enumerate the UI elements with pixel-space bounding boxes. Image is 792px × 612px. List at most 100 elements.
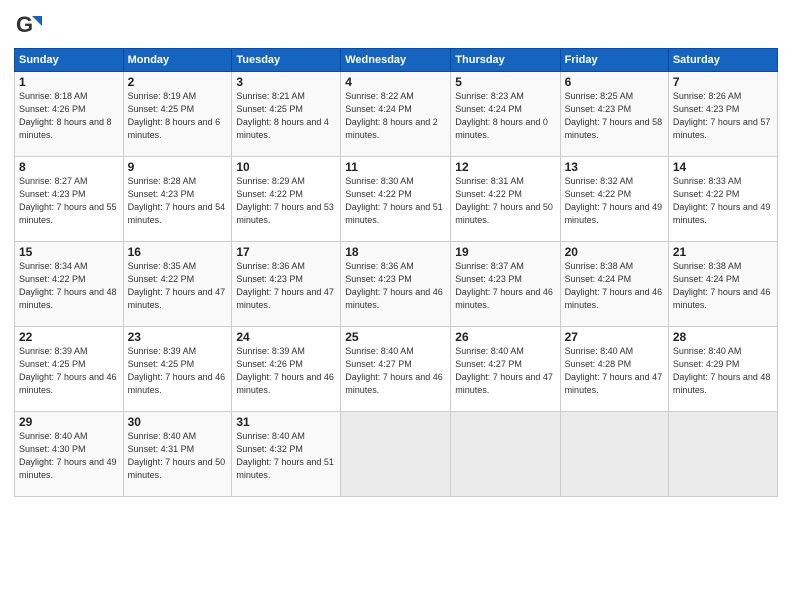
calendar-day-cell: 25 Sunrise: 8:40 AMSunset: 4:27 PMDaylig… (341, 327, 451, 412)
day-number: 10 (236, 160, 336, 174)
calendar-day-cell: 24 Sunrise: 8:39 AMSunset: 4:26 PMDaylig… (232, 327, 341, 412)
calendar-day-cell: 15 Sunrise: 8:34 AMSunset: 4:22 PMDaylig… (15, 242, 124, 327)
day-number: 24 (236, 330, 336, 344)
calendar-header-row: SundayMondayTuesdayWednesdayThursdayFrid… (15, 49, 778, 72)
day-number: 6 (565, 75, 664, 89)
calendar-day-cell: 16 Sunrise: 8:35 AMSunset: 4:22 PMDaylig… (123, 242, 232, 327)
day-number: 1 (19, 75, 119, 89)
day-info: Sunrise: 8:36 AMSunset: 4:23 PMDaylight:… (236, 261, 334, 310)
day-number: 2 (128, 75, 228, 89)
day-number: 5 (455, 75, 555, 89)
header: G (14, 12, 778, 40)
calendar-week-row: 1 Sunrise: 8:18 AMSunset: 4:26 PMDayligh… (15, 72, 778, 157)
calendar-day-cell: 8 Sunrise: 8:27 AMSunset: 4:23 PMDayligh… (15, 157, 124, 242)
day-info: Sunrise: 8:25 AMSunset: 4:23 PMDaylight:… (565, 91, 663, 140)
day-number: 9 (128, 160, 228, 174)
day-number: 14 (673, 160, 773, 174)
day-info: Sunrise: 8:32 AMSunset: 4:22 PMDaylight:… (565, 176, 663, 225)
day-of-week-header: Tuesday (232, 49, 341, 72)
day-of-week-header: Wednesday (341, 49, 451, 72)
day-number: 8 (19, 160, 119, 174)
day-number: 20 (565, 245, 664, 259)
logo-icon: G (14, 12, 42, 40)
day-info: Sunrise: 8:33 AMSunset: 4:22 PMDaylight:… (673, 176, 771, 225)
calendar-day-cell: 13 Sunrise: 8:32 AMSunset: 4:22 PMDaylig… (560, 157, 668, 242)
day-of-week-header: Sunday (15, 49, 124, 72)
calendar-day-cell: 12 Sunrise: 8:31 AMSunset: 4:22 PMDaylig… (451, 157, 560, 242)
day-info: Sunrise: 8:23 AMSunset: 4:24 PMDaylight:… (455, 91, 548, 140)
day-number: 27 (565, 330, 664, 344)
day-info: Sunrise: 8:36 AMSunset: 4:23 PMDaylight:… (345, 261, 443, 310)
calendar-day-cell: 23 Sunrise: 8:39 AMSunset: 4:25 PMDaylig… (123, 327, 232, 412)
day-number: 7 (673, 75, 773, 89)
day-info: Sunrise: 8:31 AMSunset: 4:22 PMDaylight:… (455, 176, 553, 225)
calendar-day-cell (560, 412, 668, 497)
calendar-day-cell: 1 Sunrise: 8:18 AMSunset: 4:26 PMDayligh… (15, 72, 124, 157)
day-info: Sunrise: 8:30 AMSunset: 4:22 PMDaylight:… (345, 176, 443, 225)
calendar-day-cell: 31 Sunrise: 8:40 AMSunset: 4:32 PMDaylig… (232, 412, 341, 497)
day-number: 21 (673, 245, 773, 259)
day-number: 26 (455, 330, 555, 344)
calendar-day-cell (668, 412, 777, 497)
svg-text:G: G (16, 12, 33, 37)
day-number: 29 (19, 415, 119, 429)
day-number: 28 (673, 330, 773, 344)
day-number: 22 (19, 330, 119, 344)
day-number: 30 (128, 415, 228, 429)
calendar-day-cell: 18 Sunrise: 8:36 AMSunset: 4:23 PMDaylig… (341, 242, 451, 327)
calendar-day-cell: 17 Sunrise: 8:36 AMSunset: 4:23 PMDaylig… (232, 242, 341, 327)
day-info: Sunrise: 8:39 AMSunset: 4:25 PMDaylight:… (128, 346, 226, 395)
day-number: 23 (128, 330, 228, 344)
day-number: 13 (565, 160, 664, 174)
day-info: Sunrise: 8:35 AMSunset: 4:22 PMDaylight:… (128, 261, 226, 310)
calendar-day-cell: 2 Sunrise: 8:19 AMSunset: 4:25 PMDayligh… (123, 72, 232, 157)
calendar-day-cell: 3 Sunrise: 8:21 AMSunset: 4:25 PMDayligh… (232, 72, 341, 157)
day-info: Sunrise: 8:37 AMSunset: 4:23 PMDaylight:… (455, 261, 553, 310)
day-info: Sunrise: 8:19 AMSunset: 4:25 PMDaylight:… (128, 91, 221, 140)
calendar-day-cell: 14 Sunrise: 8:33 AMSunset: 4:22 PMDaylig… (668, 157, 777, 242)
day-info: Sunrise: 8:40 AMSunset: 4:29 PMDaylight:… (673, 346, 771, 395)
day-info: Sunrise: 8:34 AMSunset: 4:22 PMDaylight:… (19, 261, 117, 310)
day-info: Sunrise: 8:22 AMSunset: 4:24 PMDaylight:… (345, 91, 438, 140)
day-of-week-header: Thursday (451, 49, 560, 72)
calendar-week-row: 15 Sunrise: 8:34 AMSunset: 4:22 PMDaylig… (15, 242, 778, 327)
logo: G (14, 12, 44, 40)
day-info: Sunrise: 8:40 AMSunset: 4:27 PMDaylight:… (455, 346, 553, 395)
calendar-day-cell (341, 412, 451, 497)
day-of-week-header: Saturday (668, 49, 777, 72)
day-info: Sunrise: 8:27 AMSunset: 4:23 PMDaylight:… (19, 176, 117, 225)
day-info: Sunrise: 8:38 AMSunset: 4:24 PMDaylight:… (565, 261, 663, 310)
day-number: 25 (345, 330, 446, 344)
day-info: Sunrise: 8:40 AMSunset: 4:32 PMDaylight:… (236, 431, 334, 480)
calendar-week-row: 8 Sunrise: 8:27 AMSunset: 4:23 PMDayligh… (15, 157, 778, 242)
calendar-week-row: 22 Sunrise: 8:39 AMSunset: 4:25 PMDaylig… (15, 327, 778, 412)
day-info: Sunrise: 8:40 AMSunset: 4:30 PMDaylight:… (19, 431, 117, 480)
day-info: Sunrise: 8:29 AMSunset: 4:22 PMDaylight:… (236, 176, 334, 225)
day-info: Sunrise: 8:40 AMSunset: 4:31 PMDaylight:… (128, 431, 226, 480)
day-of-week-header: Monday (123, 49, 232, 72)
day-number: 12 (455, 160, 555, 174)
calendar-day-cell: 21 Sunrise: 8:38 AMSunset: 4:24 PMDaylig… (668, 242, 777, 327)
day-of-week-header: Friday (560, 49, 668, 72)
calendar-day-cell: 10 Sunrise: 8:29 AMSunset: 4:22 PMDaylig… (232, 157, 341, 242)
calendar-day-cell (451, 412, 560, 497)
calendar-day-cell: 4 Sunrise: 8:22 AMSunset: 4:24 PMDayligh… (341, 72, 451, 157)
day-info: Sunrise: 8:21 AMSunset: 4:25 PMDaylight:… (236, 91, 329, 140)
day-number: 16 (128, 245, 228, 259)
day-info: Sunrise: 8:39 AMSunset: 4:26 PMDaylight:… (236, 346, 334, 395)
calendar-day-cell: 22 Sunrise: 8:39 AMSunset: 4:25 PMDaylig… (15, 327, 124, 412)
day-info: Sunrise: 8:38 AMSunset: 4:24 PMDaylight:… (673, 261, 771, 310)
calendar-day-cell: 19 Sunrise: 8:37 AMSunset: 4:23 PMDaylig… (451, 242, 560, 327)
calendar-day-cell: 6 Sunrise: 8:25 AMSunset: 4:23 PMDayligh… (560, 72, 668, 157)
day-number: 19 (455, 245, 555, 259)
page: G SundayMondayTuesdayWednesdayThursdayFr… (0, 0, 792, 612)
day-info: Sunrise: 8:39 AMSunset: 4:25 PMDaylight:… (19, 346, 117, 395)
day-number: 11 (345, 160, 446, 174)
calendar-day-cell: 26 Sunrise: 8:40 AMSunset: 4:27 PMDaylig… (451, 327, 560, 412)
calendar-day-cell: 20 Sunrise: 8:38 AMSunset: 4:24 PMDaylig… (560, 242, 668, 327)
day-number: 4 (345, 75, 446, 89)
calendar-day-cell: 29 Sunrise: 8:40 AMSunset: 4:30 PMDaylig… (15, 412, 124, 497)
day-number: 17 (236, 245, 336, 259)
day-info: Sunrise: 8:18 AMSunset: 4:26 PMDaylight:… (19, 91, 112, 140)
calendar-day-cell: 30 Sunrise: 8:40 AMSunset: 4:31 PMDaylig… (123, 412, 232, 497)
